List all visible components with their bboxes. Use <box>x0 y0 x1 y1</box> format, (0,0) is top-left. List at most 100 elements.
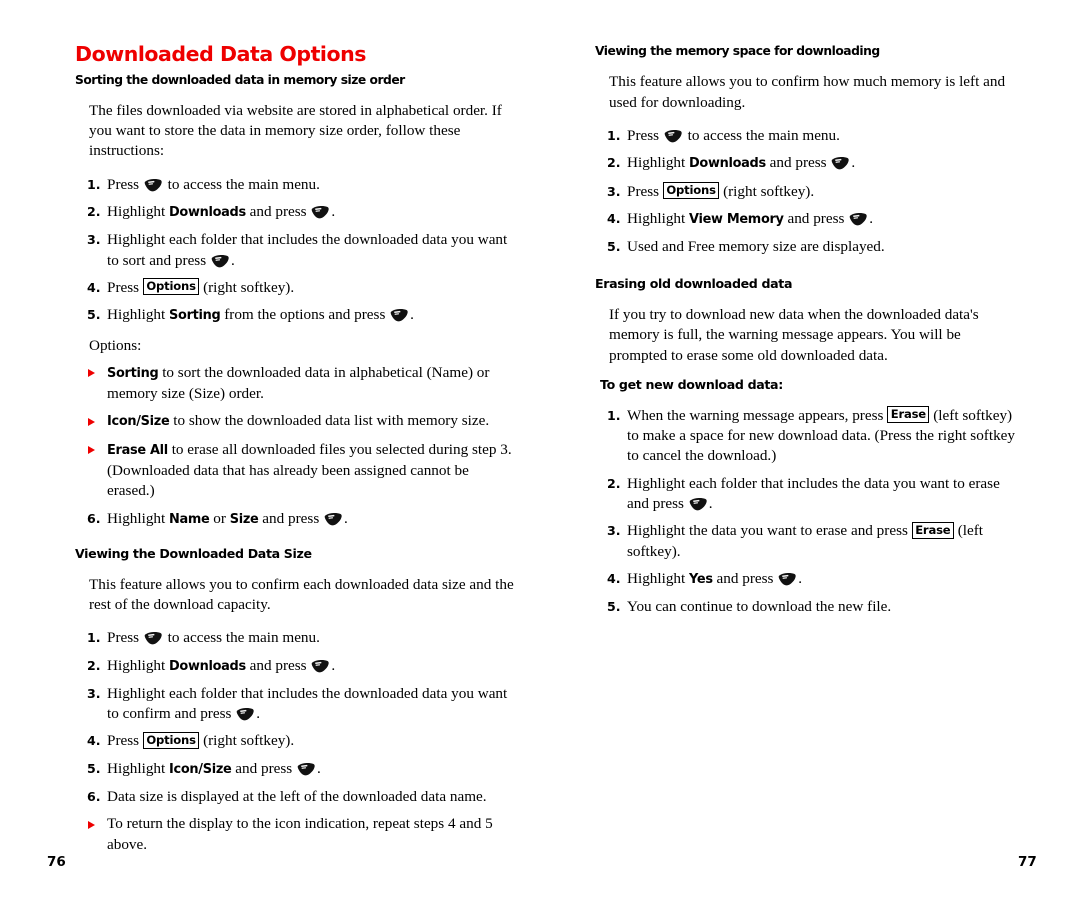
phone-menu-key-icon <box>211 254 230 268</box>
softkey-erase[interactable]: Erase <box>887 406 930 424</box>
step-text-pre: Press <box>107 629 140 647</box>
bullet-text: to sort the downloaded data in alphabeti… <box>107 363 490 403</box>
step-text-post: . <box>410 306 414 324</box>
step-text-pre: Highlight <box>627 569 686 587</box>
step-text-mid: and press <box>249 203 307 221</box>
step-text-pre: Highlight <box>107 203 166 221</box>
step-number: 6. <box>87 789 101 805</box>
step-text-pre: Press <box>107 278 140 296</box>
step-keyword: Sorting <box>169 308 221 324</box>
phone-menu-key-icon <box>324 512 343 526</box>
step-text-post: to access the main menu. <box>687 126 840 144</box>
step-text-pre: Highlight each folder that includes the … <box>627 474 1000 512</box>
list-item: 4. Press Options (right softkey). <box>75 278 515 298</box>
section-intro-viewing-size: This feature allows you to confirm each … <box>89 575 514 613</box>
list-item: 1. Press to access the main menu. <box>75 628 515 648</box>
list-item: 6. Data size is displayed at the left of… <box>75 787 515 807</box>
step-text-mid: or <box>213 509 226 527</box>
left-page-column: Downloaded Data Options Sorting the down… <box>75 0 515 855</box>
step-text-pre: Press <box>627 126 660 144</box>
step-number: 3. <box>87 232 101 248</box>
phone-menu-key-icon <box>311 205 330 219</box>
phone-menu-key-icon <box>664 129 683 143</box>
bullet-text: to erase all downloaded files you select… <box>107 440 512 500</box>
step-text-post: . <box>344 509 348 527</box>
softkey-options[interactable]: Options <box>142 731 200 749</box>
step-number: 4. <box>87 733 101 749</box>
step-text-post: . <box>256 705 261 723</box>
step-keyword: View Memory <box>689 211 784 227</box>
step-text-pre: Highlight <box>107 509 166 527</box>
softkey-erase[interactable]: Erase <box>911 521 954 539</box>
step-number: 2. <box>87 657 101 673</box>
step-text-post: . <box>317 759 321 777</box>
list-item: 4. Highlight Yes and press . <box>595 569 1020 590</box>
triangle-bullet-icon <box>88 417 95 426</box>
step-number: 1. <box>87 630 101 646</box>
phone-menu-key-icon <box>236 707 255 721</box>
step-text-mid: and press <box>787 209 845 227</box>
list-item: 1. Press to access the main menu. <box>75 175 515 195</box>
list-item: 6. Highlight Name or Size and press . <box>75 509 515 530</box>
step-text-pre: Highlight <box>107 306 166 324</box>
step-text-post: . <box>331 203 336 221</box>
phone-menu-key-icon <box>144 631 163 645</box>
phone-menu-key-icon <box>831 156 850 170</box>
triangle-bullet-icon <box>88 820 95 829</box>
step-text-pre: Highlight <box>107 759 166 777</box>
list-item: 3. Highlight the data you want to erase … <box>595 521 1020 562</box>
step-number: 2. <box>607 155 621 171</box>
list-item: 1. Press to access the main menu. <box>595 126 1020 146</box>
list-item: 5. Used and Free memory size are display… <box>595 237 1020 257</box>
step-keyword: Downloads <box>689 156 766 172</box>
phone-menu-key-icon <box>144 178 163 192</box>
phone-menu-key-icon <box>297 762 316 776</box>
step-keyword: Icon/Size <box>169 761 232 777</box>
step-text-post: to access the main menu. <box>167 175 320 193</box>
step-keyword: Name <box>169 511 210 527</box>
step-text-mid: and press <box>769 154 827 172</box>
section-heading-erasing: Erasing old downloaded data <box>595 276 793 292</box>
list-item: 3. Highlight each folder that includes t… <box>75 230 515 271</box>
step-text-post: (right softkey). <box>203 278 295 296</box>
step-text-pre: Highlight each folder that includes the … <box>107 684 508 723</box>
step-number: 3. <box>607 183 621 199</box>
step-number: 5. <box>87 760 101 776</box>
step-text-pre: Highlight <box>627 209 686 227</box>
step-text-pre: You can continue to download the new fil… <box>627 598 892 616</box>
page-title: Downloaded Data Options <box>75 42 367 66</box>
step-text-post: (right softkey). <box>203 732 295 750</box>
step-number: 3. <box>87 685 101 701</box>
bullet-keyword: Erase All <box>107 442 168 458</box>
step-number: 2. <box>87 204 101 220</box>
page-number-left: 76 <box>47 854 66 870</box>
step-text-pre: Used and Free memory size are displayed. <box>627 238 885 256</box>
step-number: 1. <box>607 407 621 423</box>
step-keyword: Size <box>229 511 259 527</box>
section-heading-sorting: Sorting the downloaded data in memory si… <box>75 72 405 87</box>
bullet-text: to show the downloaded data list with me… <box>173 412 490 430</box>
step-keyword: Yes <box>689 571 713 587</box>
softkey-options[interactable]: Options <box>142 278 200 296</box>
step-keyword: Downloads <box>169 658 246 674</box>
list-item: 2. Highlight each folder that includes t… <box>595 474 1020 515</box>
subheading-get-new-download-data: To get new download data: <box>600 377 783 393</box>
section-intro-erasing: If you try to download new data when the… <box>609 306 979 364</box>
step-text-pre: Highlight the data you want to erase and… <box>627 522 908 540</box>
step-text-post: . <box>331 656 336 674</box>
phone-menu-key-icon <box>311 659 330 673</box>
section-heading-viewing-size: Viewing the Downloaded Data Size <box>75 545 312 561</box>
step-text-post: . <box>851 154 856 172</box>
step-number: 6. <box>87 510 101 526</box>
list-item: 5. Highlight Sorting from the options an… <box>75 305 515 326</box>
step-number: 5. <box>607 239 621 255</box>
step-number: 3. <box>607 523 621 539</box>
list-item: 1. When the warning message appears, pre… <box>595 406 1020 467</box>
list-item: 2. Highlight Downloads and press . <box>75 202 515 223</box>
step-text-mid2: and press <box>262 509 320 527</box>
step-number: 1. <box>607 127 621 143</box>
step-text-post: to access the main menu. <box>167 629 320 647</box>
list-item: To return the display to the icon indica… <box>75 814 515 855</box>
softkey-options[interactable]: Options <box>662 182 720 200</box>
phone-menu-key-icon <box>778 572 797 586</box>
